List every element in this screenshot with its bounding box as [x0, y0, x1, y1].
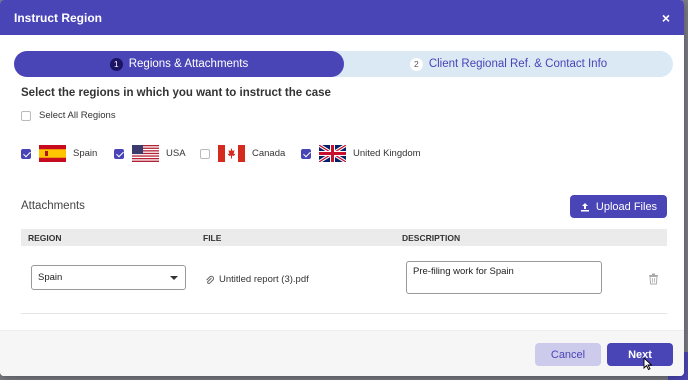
- step-regions-attachments[interactable]: 1 Regions & Attachments: [14, 51, 344, 77]
- region-checkbox[interactable]: [21, 148, 31, 159]
- step-client-regional-ref[interactable]: 2 Client Regional Ref. & Contact Info: [344, 51, 673, 77]
- spain-flag-icon: [39, 145, 66, 162]
- uk-flag-icon: [319, 145, 346, 162]
- step-number: 2: [409, 57, 423, 71]
- select-all-checkbox[interactable]: [21, 110, 31, 121]
- attachment-file[interactable]: Untitled report (3).pdf: [205, 274, 309, 285]
- chevron-down-icon: [170, 276, 178, 280]
- regions-heading: Select the regions in which you want to …: [21, 87, 331, 99]
- attachments-label: Attachments: [21, 200, 85, 212]
- step-label: Client Regional Ref. & Contact Info: [428, 58, 608, 70]
- mouse-cursor-icon: [643, 357, 653, 371]
- region-checkbox[interactable]: [114, 148, 124, 159]
- region-checkbox[interactable]: [200, 148, 210, 159]
- dialog-footer: Cancel Next: [0, 330, 684, 376]
- instruct-region-dialog: Instruct Region × 1 Regions & Attachment…: [0, 0, 684, 376]
- upload-files-button[interactable]: Upload Files: [570, 195, 667, 218]
- region-label: USA: [166, 148, 186, 159]
- region-spain[interactable]: Spain: [21, 145, 97, 162]
- attachments-table-header: REGION FILE DESCRIPTION: [21, 229, 667, 246]
- region-select[interactable]: Spain: [31, 265, 186, 290]
- dialog-header: Instruct Region ×: [0, 0, 684, 35]
- upload-files-label: Upload Files: [595, 200, 658, 213]
- region-select-value: Spain: [38, 272, 63, 283]
- upload-icon: [580, 202, 589, 211]
- close-icon[interactable]: ×: [662, 11, 670, 25]
- dialog-title: Instruct Region: [14, 10, 103, 25]
- table-row: Spain Untitled report (3).pdf Pre-filing…: [21, 252, 667, 314]
- paperclip-icon: [206, 275, 214, 284]
- cancel-button[interactable]: Cancel: [535, 343, 601, 366]
- region-label: Spain: [73, 148, 98, 159]
- step-number: 1: [109, 57, 123, 71]
- region-united-kingdom[interactable]: United Kingdom: [301, 145, 421, 162]
- region-canada[interactable]: Canada: [200, 145, 285, 162]
- attachment-file-name: Untitled report (3).pdf: [219, 274, 309, 285]
- column-header-file: FILE: [203, 233, 222, 243]
- select-all-regions[interactable]: Select All Regions: [21, 110, 116, 121]
- region-usa[interactable]: USA: [114, 145, 186, 162]
- region-label: Canada: [252, 148, 286, 159]
- region-checkbox[interactable]: [301, 148, 311, 159]
- trash-icon[interactable]: [648, 273, 659, 285]
- stepper: 1 Regions & Attachments 2 Client Regiona…: [14, 51, 673, 77]
- column-header-region: REGION: [28, 233, 62, 243]
- next-button[interactable]: Next: [607, 343, 673, 366]
- column-header-description: DESCRIPTION: [402, 233, 461, 243]
- usa-flag-icon: [132, 145, 159, 162]
- select-all-label: Select All Regions: [39, 110, 116, 121]
- step-label: Regions & Attachments: [128, 58, 249, 70]
- description-textarea[interactable]: Pre-filing work for Spain: [406, 261, 602, 294]
- canada-flag-icon: [218, 145, 245, 162]
- region-label: United Kingdom: [353, 148, 421, 159]
